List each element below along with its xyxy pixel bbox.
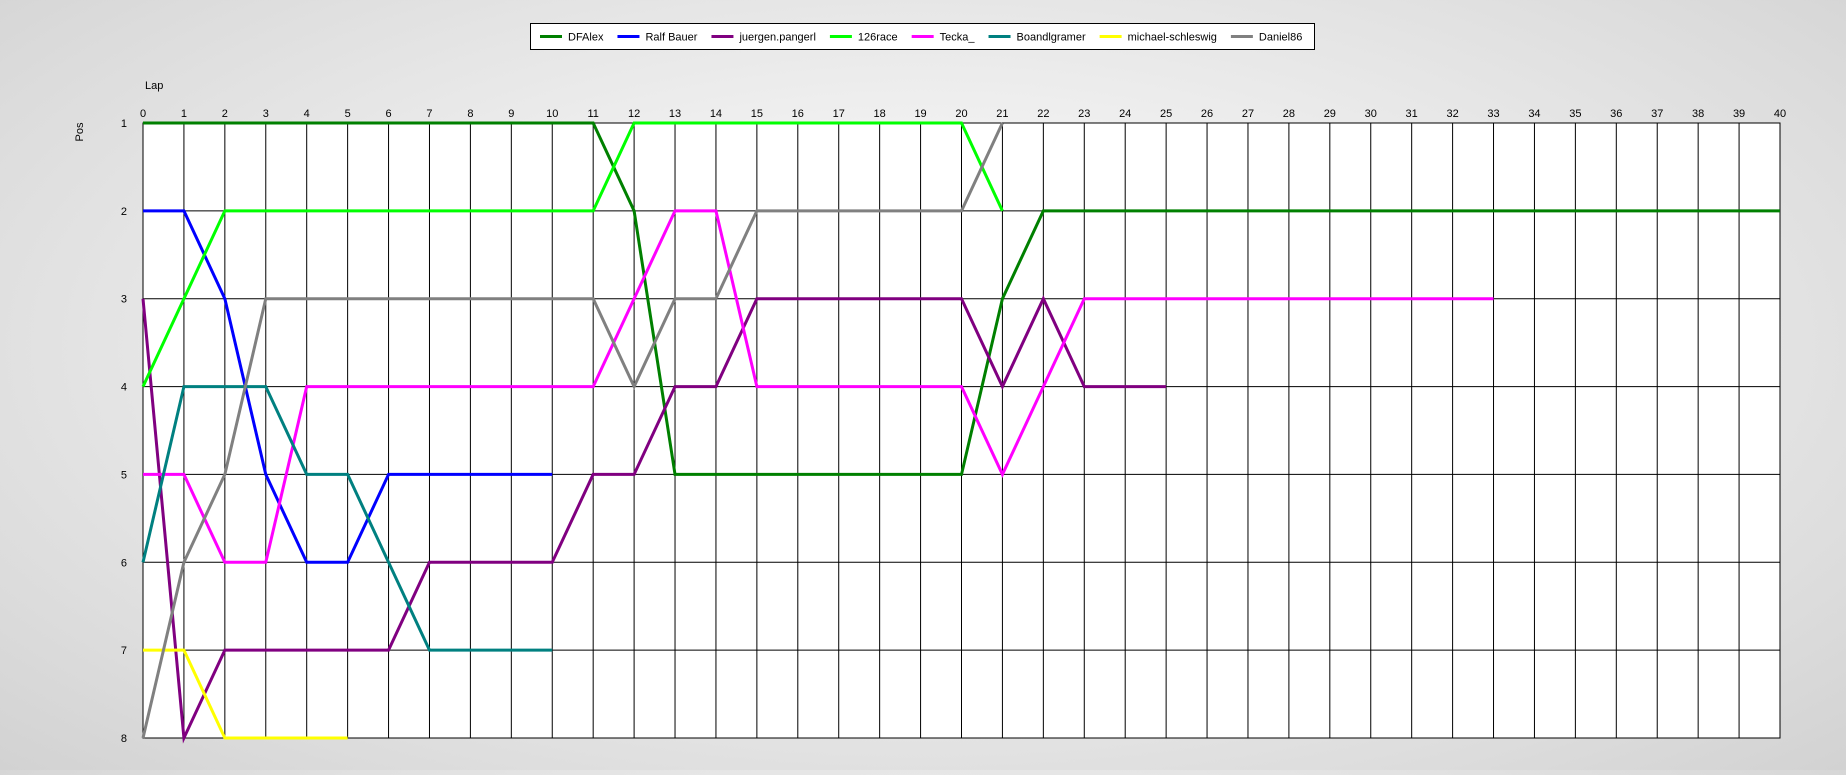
x-tick-label: 4 [304,108,310,120]
y-axis-ticks: 1 2 3 4 5 6 7 8 [121,118,127,745]
y-axis-label: Pos [74,122,86,141]
x-tick-label: 11 [587,108,598,120]
x-tick-label: 6 [385,108,391,120]
x-tick-label: 5 [345,108,351,120]
x-tick-label: 2 [222,108,228,120]
chart-svg: DFAlex Ralf Bauer juergen.pangerl 126race Te… [74,23,1786,745]
x-tick-label: 29 [1324,108,1336,120]
x-tick-label: 26 [1201,108,1213,120]
x-tick-label: 3 [263,108,269,120]
x-tick-label: 16 [792,108,804,120]
x-tick-label: 18 [874,108,886,120]
y-tick-label: 5 [121,469,127,481]
x-tick-label: 35 [1569,108,1581,120]
y-tick-label: 3 [121,294,127,306]
x-tick-label: 22 [1037,108,1049,120]
x-axis-ticks: 0 1 2 3 4 5 6 7 8 9 10 11 12 13 14 15 16 17 18 19 20 21 22 23 24… [140,108,1786,120]
legend-label-daniel86: Daniel86 [1259,32,1302,44]
x-tick-label: 27 [1242,108,1254,120]
x-tick-label: 19 [914,108,926,120]
x-tick-label: 38 [1692,108,1704,120]
y-tick-label: 7 [121,645,127,657]
x-tick-label: 34 [1528,108,1540,120]
legend-label-boandlgramer: Boandlgramer [1017,32,1086,44]
x-tick-label: 40 [1774,108,1786,120]
x-tick-label: 33 [1487,108,1499,120]
y-tick-label: 1 [121,118,127,130]
legend-label-ralf-bauer: Ralf Bauer [645,32,697,44]
x-tick-label: 36 [1610,108,1622,120]
x-tick-label: 1 [181,108,187,120]
y-tick-label: 2 [121,206,127,218]
x-tick-label: 15 [751,108,763,120]
x-axis-label: Lap [145,80,163,92]
x-tick-label: 23 [1078,108,1090,120]
x-tick-label: 28 [1283,108,1295,120]
y-tick-label: 6 [121,557,127,569]
x-tick-label: 25 [1160,108,1172,120]
x-tick-label: 39 [1733,108,1745,120]
legend-label-juergen-pangerl: juergen.pangerl [738,32,815,44]
x-tick-label: 12 [628,108,640,120]
x-tick-label: 17 [833,108,845,120]
x-tick-label: 32 [1446,108,1458,120]
x-tick-label: 31 [1406,108,1418,120]
x-tick-label: 13 [669,108,681,120]
legend-label-126race: 126race [858,32,898,44]
position-chart: DFAlex Ralf Bauer juergen.pangerl 126race Te… [0,0,1846,770]
x-tick-label: 0 [140,108,146,120]
legend-label-dfalex: DFAlex [568,32,604,44]
x-tick-label: 7 [426,108,432,120]
x-tick-label: 9 [508,108,514,120]
x-tick-label: 14 [710,108,722,120]
x-tick-label: 10 [546,108,558,120]
x-tick-label: 24 [1119,108,1131,120]
legend: DFAlex Ralf Bauer juergen.pangerl 126race Te… [530,23,1315,50]
legend-label-michael-schleswig: michael-schleswig [1128,32,1217,44]
x-tick-label: 30 [1365,108,1377,120]
grid [142,122,1781,739]
x-tick-label: 20 [955,108,967,120]
legend-label-tecka: Tecka_ [940,32,976,44]
y-tick-label: 4 [121,382,127,394]
y-tick-label: 8 [121,733,127,745]
x-tick-label: 21 [996,108,1008,120]
x-tick-label: 37 [1651,108,1663,120]
x-tick-label: 8 [467,108,473,120]
